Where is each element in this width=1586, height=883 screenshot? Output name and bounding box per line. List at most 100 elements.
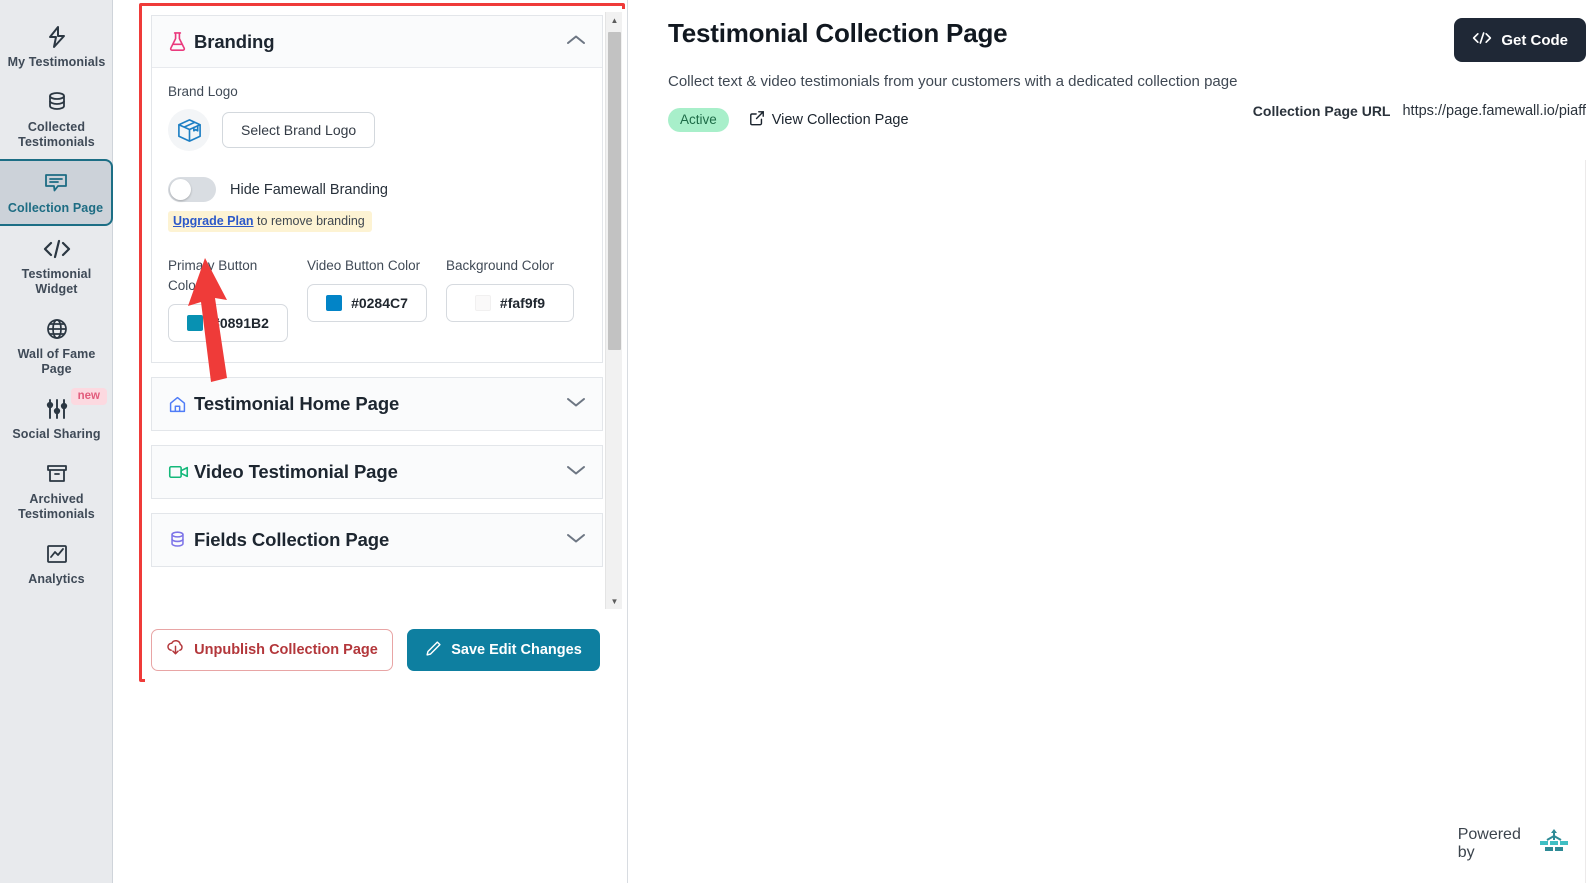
select-brand-logo-button[interactable]: Select Brand Logo: [222, 112, 376, 148]
chart-icon: [4, 541, 109, 567]
url-label: Collection Page URL: [1252, 103, 1391, 119]
home-icon: [168, 395, 194, 414]
color-value: #0891B2: [212, 315, 269, 331]
scroll-down-arrow-icon[interactable]: ▼: [606, 593, 623, 609]
sidebar-item-my-testimonials[interactable]: My Testimonials: [0, 14, 113, 79]
package-box-icon: [168, 109, 210, 151]
collection-page-url-block: Collection Page URL https://page.famewal…: [1253, 103, 1586, 119]
video-button-color-field: Video Button Color #0284C7: [307, 256, 427, 322]
database-icon: [4, 89, 109, 115]
app-root: My Testimonials Collected Testimonials C…: [0, 0, 1586, 883]
video-camera-icon: [168, 464, 194, 480]
archive-icon: [4, 461, 109, 487]
color-swatch: [187, 315, 204, 331]
accordion-branding: Branding Brand Logo Select Brand Logo Hi…: [151, 15, 603, 363]
color-value: #faf9f9: [499, 295, 546, 311]
chevron-down-icon[interactable]: [566, 395, 586, 413]
database-icon: [168, 530, 194, 550]
accordion-title: Video Testimonial Page: [194, 461, 398, 482]
unpublish-collection-page-button[interactable]: Unpublish Collection Page: [151, 629, 393, 671]
accordion-testimonial-home-page: Testimonial Home Page: [151, 377, 603, 431]
get-code-label: Get Code: [1501, 31, 1568, 49]
save-edit-changes-button[interactable]: Save Edit Changes: [407, 629, 600, 671]
sidebar-item-label: Testimonial Widget: [21, 267, 92, 296]
editor-footer-actions: Unpublish Collection Page Save Edit Chan…: [151, 629, 617, 671]
powered-by-label: Powered by: [1457, 826, 1521, 861]
lightning-icon: [4, 24, 109, 50]
view-link-label: View Collection Page: [771, 112, 909, 128]
chevron-up-icon[interactable]: [566, 33, 586, 51]
sidebar-item-label: Wall of Fame Page: [17, 347, 96, 376]
color-value: #0284C7: [351, 295, 408, 311]
color-label: Primary Button Color: [168, 258, 258, 293]
save-label: Save Edit Changes: [451, 642, 582, 658]
toggle-knob: [170, 179, 191, 200]
sidebar-item-label: Collection Page: [7, 201, 104, 215]
sidebar-item-label: Analytics: [28, 572, 85, 586]
accordion-list: Branding Brand Logo Select Brand Logo Hi…: [151, 15, 603, 612]
background-color-input[interactable]: #faf9f9: [446, 284, 574, 322]
unpublish-label: Unpublish Collection Page: [194, 642, 378, 658]
color-settings-grid: Primary Button Color #0891B2 Video Butto…: [168, 256, 586, 342]
sidebar-item-testimonial-widget[interactable]: Testimonial Widget: [0, 226, 113, 306]
sidebar-item-collected-testimonials[interactable]: Collected Testimonials: [0, 79, 113, 159]
accordion-title: Branding: [194, 30, 275, 52]
accordion-fields-collection-page-header[interactable]: Fields Collection Page: [152, 514, 602, 566]
editor-highlight-outline: Branding Brand Logo Select Brand Logo Hi…: [139, 3, 625, 682]
editor-scrollbar[interactable]: ▲ ▼: [605, 12, 622, 609]
chevron-down-icon[interactable]: [566, 531, 586, 549]
color-label: Video Button Color: [307, 258, 421, 273]
globe-icon: [4, 316, 109, 342]
view-collection-page-link[interactable]: View Collection Page: [749, 110, 909, 130]
video-button-color-input[interactable]: #0284C7: [307, 284, 427, 322]
scrollbar-thumb[interactable]: [608, 32, 621, 350]
primary-button-color-input[interactable]: #0891B2: [168, 304, 288, 342]
hide-branding-label: Hide Famewall Branding: [230, 181, 388, 198]
sidebar-item-label: Archived Testimonials: [18, 492, 95, 521]
editor-panel: Branding Brand Logo Select Brand Logo Hi…: [113, 0, 628, 883]
color-swatch: [326, 295, 343, 311]
accordion-testimonial-home-page-header[interactable]: Testimonial Home Page: [152, 378, 602, 430]
color-label: Background Color: [446, 258, 555, 273]
accordion-branding-header[interactable]: Branding: [152, 16, 602, 68]
accordion-title: Fields Collection Page: [194, 529, 390, 550]
sidebar-item-wall-of-fame-page[interactable]: Wall of Fame Page: [0, 306, 113, 386]
primary-button-color-field: Primary Button Color #0891B2: [168, 256, 288, 342]
color-swatch: [474, 295, 491, 311]
left-sidebar: My Testimonials Collected Testimonials C…: [0, 0, 113, 883]
accordion-fields-collection-page: Fields Collection Page: [151, 513, 603, 567]
accordion-branding-body: Brand Logo Select Brand Logo Hide Famewa…: [152, 68, 602, 362]
hide-branding-row: Hide Famewall Branding: [168, 177, 586, 202]
scroll-up-arrow-icon[interactable]: ▲: [606, 12, 623, 28]
status-badge: Active: [668, 108, 729, 132]
upgrade-plan-notice: Upgrade Plan to remove branding: [168, 211, 372, 232]
chevron-down-icon[interactable]: [566, 463, 586, 481]
chat-bubble-icon: [4, 170, 107, 196]
sidebar-item-label: Social Sharing: [12, 427, 101, 441]
flask-icon: [168, 31, 194, 52]
new-badge: new: [70, 388, 107, 405]
brand-logo-label: Brand Logo: [168, 84, 238, 99]
famewall-logo-icon: [1537, 827, 1571, 862]
get-code-button[interactable]: Get Code: [1454, 18, 1586, 62]
external-link-icon: [749, 110, 765, 130]
sidebar-item-label: Collected Testimonials: [18, 120, 95, 149]
sidebar-item-social-sharing[interactable]: new Social Sharing: [0, 386, 113, 451]
page-subtitle: Collect text & video testimonials from y…: [668, 73, 1238, 90]
upgrade-plan-rest: to remove branding: [253, 214, 365, 228]
sidebar-item-archived-testimonials[interactable]: Archived Testimonials: [0, 451, 113, 531]
editor-content: Branding Brand Logo Select Brand Logo Hi…: [145, 9, 625, 682]
accordion-title: Testimonial Home Page: [194, 393, 400, 414]
sidebar-item-collection-page[interactable]: Collection Page: [0, 159, 113, 226]
url-value[interactable]: https://page.famewall.io/piaff: [1402, 103, 1586, 119]
upgrade-plan-link[interactable]: Upgrade Plan: [173, 214, 254, 228]
hide-famewall-branding-toggle[interactable]: [168, 177, 216, 202]
background-color-field: Background Color #faf9f9: [446, 256, 574, 322]
sidebar-item-analytics[interactable]: Analytics: [0, 531, 113, 596]
pencil-icon: [425, 640, 442, 661]
accordion-video-testimonial-page-header[interactable]: Video Testimonial Page: [152, 446, 602, 498]
cloud-download-icon: [166, 639, 185, 662]
page-title: Testimonial Collection Page: [668, 18, 1008, 48]
accordion-video-testimonial-page: Video Testimonial Page: [151, 445, 603, 499]
code-icon: [1472, 31, 1492, 49]
